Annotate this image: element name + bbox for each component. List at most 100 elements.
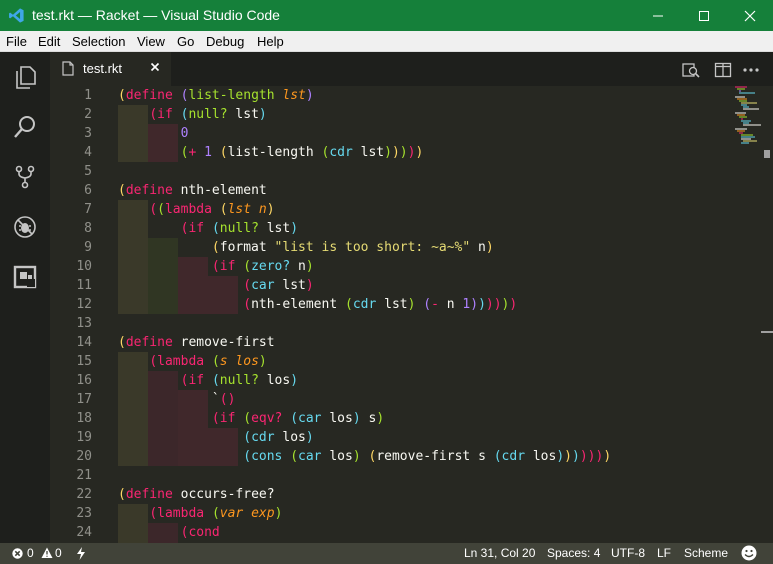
extensions-button[interactable] [0,252,50,302]
line-number: 2 [84,107,92,122]
code-line[interactable]: (lambda (var exp) [118,504,282,523]
feedback-smiley-icon[interactable] [741,545,757,561]
menu-selection[interactable]: Selection [72,34,125,49]
code-token: car [251,278,283,293]
code-token: ) [352,411,361,426]
menu-debug[interactable]: Debug [206,34,244,49]
search-button[interactable] [0,102,50,152]
code-line[interactable]: (if (null? lst) [118,219,298,238]
code-token: lambda [157,354,212,369]
menu-file[interactable]: File [6,34,27,49]
code-line[interactable]: (+ 1 (list-length (cdr lst))))) [118,143,424,162]
code-line[interactable]: (if (null? lst) [118,105,267,124]
code-line[interactable]: ((lambda (lst n) [118,200,274,219]
source-control-button[interactable] [0,152,50,202]
code-line[interactable]: (car lst) [118,276,314,295]
code-line[interactable]: (if (zero? n) [118,257,314,276]
code-line[interactable]: (define (list-length lst) [118,86,314,105]
menu-help[interactable]: Help [257,34,284,49]
code-token: lst [282,278,306,293]
code-token: ( [211,240,220,255]
close-icon [744,10,756,21]
code-token: 0 [180,126,189,141]
code-token: cdr [501,449,533,464]
maximize-button[interactable] [681,0,727,31]
code-line[interactable]: 0 [118,124,189,143]
code-token: ( [149,354,158,369]
code-editor[interactable]: 1 2 3 4 5 6 7 8 9 10 11 12 13 14 15 16 17 18 19 20 21 22 23 24 … [50,86,773,543]
line-number: 3 [84,126,92,141]
menu-go[interactable]: Go [177,34,194,49]
lightning-icon[interactable] [76,547,86,560]
code-line[interactable]: (define occurs-free? [118,485,275,504]
close-button[interactable] [727,0,773,31]
code-token: ( [344,297,353,312]
code-token: if [188,221,212,236]
code-token: () [219,392,236,407]
menu-edit[interactable]: Edit [38,34,60,49]
encoding[interactable]: UTF-8 [611,546,645,560]
debug-button[interactable] [0,202,50,252]
code-line[interactable]: (nth-element (cdr lst) (- n 1)))))) [118,295,517,314]
code-token: remove-first [376,449,479,464]
end-of-line[interactable]: LF [657,546,671,560]
line-number: 5 [84,164,92,179]
open-changes-icon[interactable] [682,61,700,79]
language-mode[interactable]: Scheme [684,546,728,560]
code-token: ) [258,107,267,122]
code-token: ( [243,297,252,312]
code-line[interactable]: (cons (car los) (remove-first s (cdr los… [118,447,611,466]
error-count[interactable]: 0 [27,546,34,560]
code-token: ( [493,449,502,464]
line-number: 20 [76,449,92,464]
search-icon [14,116,35,138]
code-token: ) [258,354,267,369]
close-tab-icon[interactable] [150,62,160,72]
code-line[interactable]: (if (null? los) [118,371,298,390]
minimap[interactable] [733,86,763,156]
code-token: ) [305,278,314,293]
code-token: car [298,449,330,464]
source-control-icon [15,165,35,189]
vertical-scrollbar[interactable] [761,86,773,543]
code-token: null? [219,221,267,236]
tab-test-rkt[interactable]: test.rkt [50,52,171,86]
code-token: ( [243,430,252,445]
code-token: 1 [204,145,220,160]
window-title: test.rkt — Racket — Visual Studio Code [32,7,280,23]
more-actions-icon[interactable] [742,61,760,79]
code-token: ( [219,145,228,160]
code-token: format [219,240,275,255]
indentation[interactable]: Spaces: 4 [547,546,600,560]
code-line[interactable]: (if (eqv? (car los) s) [118,409,384,428]
split-editor-icon[interactable] [714,61,732,79]
line-number: 15 [76,354,92,369]
activity-bar [0,52,50,543]
code-token: cond [188,525,220,540]
code-line[interactable]: (cond [118,523,220,542]
code-line[interactable]: (define remove-first [118,333,275,352]
code-line[interactable]: (cdr los) [118,428,313,447]
code-token: lst [266,221,291,236]
line-number: 16 [76,373,92,388]
code-token: ) [274,506,283,521]
code-line[interactable]: `() [118,390,235,409]
line-number: 12 [76,297,92,312]
explorer-button[interactable] [0,52,50,102]
code-token: ) [352,449,361,464]
code-token: lambda [157,506,212,521]
cursor-position[interactable]: Ln 31, Col 20 [464,546,535,560]
code-line[interactable]: (define nth-element [118,181,267,200]
code-line[interactable]: (format "list is too short: ~a~%" n) [118,238,494,257]
warning-count[interactable]: 0 [55,546,62,560]
minimize-button[interactable] [635,0,681,31]
code-token: ) [493,297,502,312]
code-line[interactable]: (lambda (s los) [118,352,267,371]
code-token: ( [211,354,220,369]
menu-view[interactable]: View [137,34,165,49]
